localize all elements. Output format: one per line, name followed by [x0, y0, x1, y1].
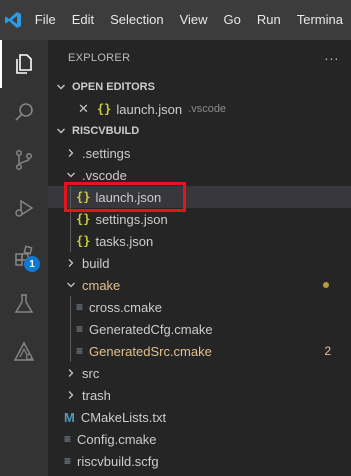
tree-file-item[interactable]: ≡ cross.cmake	[48, 296, 351, 318]
chevron-down-icon	[64, 280, 78, 290]
cmake-file-icon: ≡	[76, 344, 84, 358]
cmake-file-icon: ≡	[64, 454, 72, 468]
tree-file-item[interactable]: {} settings.json	[48, 208, 351, 230]
json-file-icon: {}	[76, 190, 91, 204]
menu-edit[interactable]: Edit	[64, 0, 102, 40]
tree-item-label: GeneratedSrc.cmake	[89, 343, 212, 359]
search-activity[interactable]	[0, 88, 48, 136]
json-file-icon: {}	[76, 234, 91, 248]
tree-folder-item[interactable]: cmake	[48, 274, 351, 296]
json-file-icon: {}	[76, 212, 91, 226]
chevron-down-icon	[64, 170, 78, 180]
tree-file-item[interactable]: ≡ Config.cmake	[48, 428, 351, 450]
cmake-file-icon: ≡	[64, 432, 72, 446]
tree-folder-item[interactable]: trash	[48, 384, 351, 406]
tree-item-label: .settings	[82, 145, 131, 161]
chevron-down-icon	[54, 82, 68, 92]
run-debug-icon	[15, 199, 34, 217]
explorer-activity[interactable]	[0, 40, 48, 88]
chevron-right-icon	[64, 368, 78, 378]
extensions-badge: 1	[24, 256, 40, 272]
markdown-file-icon: M	[64, 409, 75, 425]
close-icon[interactable]: ✕	[78, 101, 89, 117]
indent-guide	[70, 186, 71, 252]
explorer-title: EXPLORER	[68, 52, 131, 64]
files-icon	[16, 54, 32, 74]
tree-item-label: CMakeLists.txt	[80, 409, 167, 425]
cmake-icon	[13, 341, 35, 361]
modified-dot-indicator	[323, 282, 329, 288]
testing-activity[interactable]	[0, 280, 48, 328]
open-editor-name: launch.json	[116, 101, 183, 117]
tree-item-label: cross.cmake	[89, 299, 162, 315]
tree-folder-item[interactable]: src	[48, 362, 351, 384]
extensions-activity[interactable]: 1	[0, 232, 48, 280]
open-editors-section[interactable]: OPEN EDITORS	[48, 76, 351, 98]
testing-icon	[14, 294, 34, 313]
open-editor-description: .vscode	[188, 103, 227, 115]
tree-item-label: settings.json	[95, 211, 168, 227]
tree-item-label: tasks.json	[95, 233, 154, 249]
menu-bar: File Edit Selection View Go Run Termina	[0, 0, 351, 40]
tree-file-item[interactable]: ≡ riscvbuild.scfg	[48, 450, 351, 472]
workspace-label: RISCVBUILD	[72, 125, 140, 137]
tree-file-item[interactable]: M CMakeLists.txt	[48, 406, 351, 428]
run-debug-activity[interactable]	[0, 184, 48, 232]
tree-item-label: cmake	[82, 277, 121, 293]
menu-terminal[interactable]: Termina	[289, 0, 351, 40]
tree-folder-item[interactable]: build	[48, 252, 351, 274]
json-file-icon: {}	[96, 102, 112, 116]
tree-item-label: src	[82, 365, 100, 381]
explorer-sidebar: EXPLORER ··· OPEN EDITORS ✕ {} launch.js…	[48, 40, 351, 476]
chevron-right-icon	[64, 390, 78, 400]
menu-file[interactable]: File	[27, 0, 64, 40]
tree-item-label: Config.cmake	[77, 431, 157, 447]
cmake-file-icon: ≡	[76, 300, 84, 314]
file-tree: .settings .vscode {} launch.json {} settings.…	[48, 142, 351, 472]
menu-go[interactable]: Go	[216, 0, 249, 40]
explorer-header: EXPLORER ···	[48, 40, 351, 76]
open-editor-item[interactable]: ✕ {} launch.json .vscode	[48, 98, 351, 120]
workspace-section[interactable]: RISCVBUILD	[48, 120, 351, 142]
tree-item-label: launch.json	[95, 189, 162, 205]
search-icon	[15, 103, 33, 121]
tree-item-label: trash	[82, 387, 111, 403]
tree-folder-item[interactable]: .vscode	[48, 164, 351, 186]
cmake-file-icon: ≡	[76, 322, 84, 336]
more-actions-icon[interactable]: ···	[324, 50, 339, 66]
tree-file-item[interactable]: {} launch.json	[48, 186, 351, 208]
tree-item-label: build	[82, 255, 110, 271]
modified-count: 2	[324, 344, 331, 358]
activity-bar: 1	[0, 40, 48, 476]
source-control-icon	[15, 149, 33, 171]
tree-item-label: .vscode	[82, 167, 127, 183]
vscode-logo-icon	[0, 0, 27, 40]
menu-view[interactable]: View	[172, 0, 216, 40]
chevron-right-icon	[64, 258, 78, 268]
open-editors-label: OPEN EDITORS	[72, 81, 155, 93]
tree-file-item[interactable]: ≡ GeneratedCfg.cmake	[48, 318, 351, 340]
tree-file-item[interactable]: {} tasks.json	[48, 230, 351, 252]
menu-run[interactable]: Run	[249, 0, 289, 40]
chevron-right-icon	[64, 148, 78, 158]
tree-item-label: riscvbuild.scfg	[77, 453, 159, 469]
tree-file-item[interactable]: ≡ GeneratedSrc.cmake 2	[48, 340, 351, 362]
menu-selection[interactable]: Selection	[102, 0, 171, 40]
chevron-down-icon	[54, 126, 68, 136]
cmake-activity[interactable]	[0, 328, 48, 376]
tree-folder-item[interactable]: .settings	[48, 142, 351, 164]
tree-item-label: GeneratedCfg.cmake	[89, 321, 213, 337]
source-control-activity[interactable]	[0, 136, 48, 184]
indent-guide	[70, 296, 71, 362]
